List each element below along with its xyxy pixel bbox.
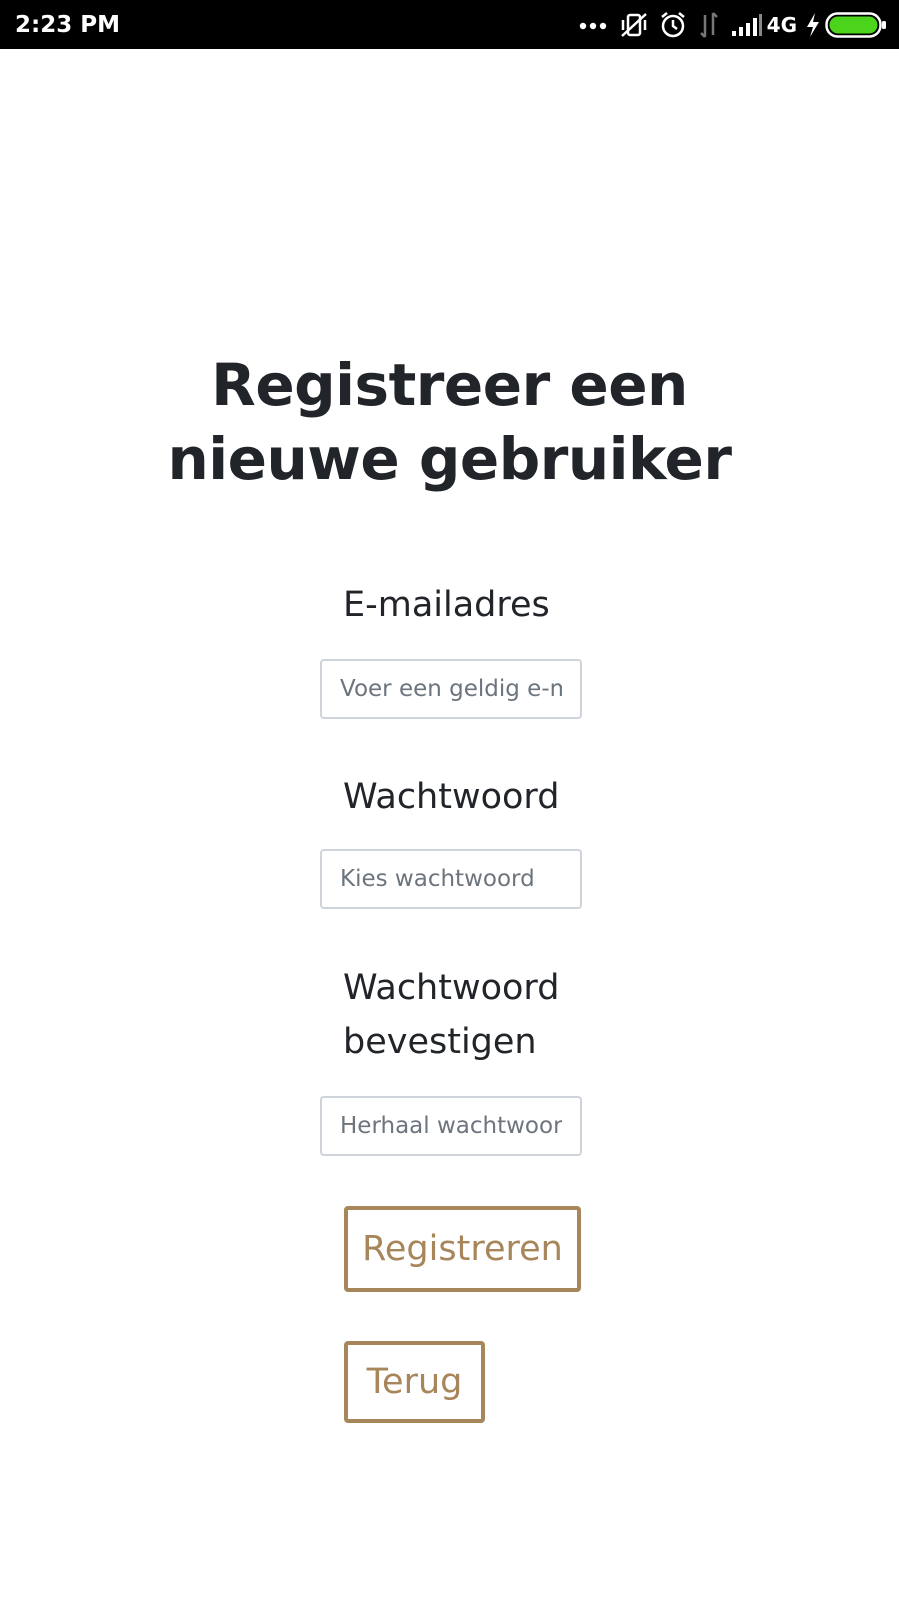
confirm-password-label: Wachtwoord bevestigen	[343, 961, 603, 1069]
confirm-password-label-line2: bevestigen	[343, 1022, 537, 1062]
alarm-icon	[659, 11, 687, 39]
status-time: 2:23 PM	[15, 12, 120, 38]
confirm-password-label-line1: Wachtwoord	[343, 968, 560, 1008]
email-field[interactable]	[320, 659, 582, 719]
charging-icon	[805, 12, 821, 38]
register-button[interactable]: Registreren	[344, 1206, 581, 1292]
data-transfer-icon	[697, 11, 721, 39]
page-title-line1: Registreer een	[211, 351, 688, 419]
password-label: Wachtwoord	[343, 777, 560, 817]
status-icons: 4G	[569, 8, 887, 42]
page-title-line2: nieuwe gebruiker	[167, 425, 732, 493]
more-dots-icon	[579, 20, 609, 30]
status-bar: 2:23 PM 4G	[0, 0, 899, 49]
network-type-label: 4G	[766, 13, 797, 37]
email-label: E-mailadres	[343, 585, 550, 625]
battery-icon	[825, 12, 887, 38]
page-title: Registreer een nieuwe gebruiker	[0, 348, 899, 496]
vibrate-off-icon	[619, 11, 649, 39]
signal-icon	[731, 13, 763, 37]
back-button[interactable]: Terug	[344, 1341, 485, 1423]
confirm-password-field[interactable]	[320, 1096, 582, 1156]
password-field[interactable]	[320, 849, 582, 909]
